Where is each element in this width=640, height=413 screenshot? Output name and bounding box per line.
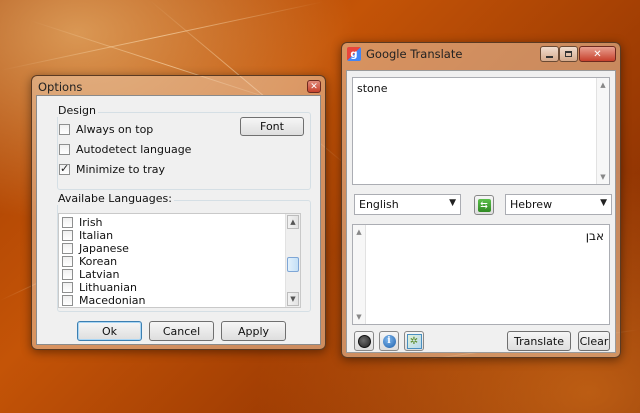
scroll-up-arrow[interactable]: ▲ xyxy=(353,228,365,236)
language-list-item[interactable]: Japanese xyxy=(62,242,129,255)
options-client: Design Always on top Autodetect language… xyxy=(36,95,321,345)
language-list-item[interactable]: Italian xyxy=(62,229,113,242)
maximize-icon xyxy=(565,51,572,57)
checkbox-box[interactable] xyxy=(59,144,70,155)
translate-client: stone ▲ ▼ English ▼ ⇆ Hebrew ▼ ▲ ▼ אבן i… xyxy=(346,70,616,353)
font-button[interactable]: Font xyxy=(240,117,304,136)
scroll-thumb[interactable] xyxy=(287,257,299,272)
scroll-down-arrow[interactable]: ▼ xyxy=(597,173,609,181)
checkbox-label: Minimize to tray xyxy=(76,163,166,176)
checkbox-box[interactable] xyxy=(62,243,73,254)
chevron-down-icon: ▼ xyxy=(449,198,456,208)
scroll-down-arrow[interactable]: ▼ xyxy=(287,292,299,306)
chevron-down-icon: ▼ xyxy=(600,198,607,208)
language-list-item[interactable]: Irish xyxy=(62,216,103,229)
source-language-select[interactable]: English ▼ xyxy=(354,194,461,215)
scroll-up-arrow[interactable]: ▲ xyxy=(597,81,609,89)
language-label: Lithuanian xyxy=(79,281,137,294)
translate-button[interactable]: Translate xyxy=(507,331,571,351)
checkbox-box[interactable] xyxy=(62,269,73,280)
minimize-button[interactable] xyxy=(540,46,559,62)
translate-close-button[interactable]: ✕ xyxy=(579,46,616,62)
checkbox-box[interactable] xyxy=(62,282,73,293)
target-language-select[interactable]: Hebrew ▼ xyxy=(505,194,612,215)
languages-scrollbar[interactable]: ▲ ▼ xyxy=(285,214,300,307)
language-label: Macedonian xyxy=(79,294,146,307)
clear-button[interactable]: Clear xyxy=(578,331,610,351)
languages-list[interactable]: Irish Italian Japanese Korean Latvian Lithuan… xyxy=(58,213,301,308)
language-list-item[interactable]: Macedonian xyxy=(62,294,146,307)
result-scrollbar[interactable]: ▲ ▼ xyxy=(353,225,366,324)
checkbox-box-checked[interactable] xyxy=(59,162,70,175)
language-label: Korean xyxy=(79,255,118,268)
language-list-item[interactable]: Latvian xyxy=(62,268,119,281)
target-language-value: Hebrew xyxy=(510,198,553,211)
options-window: Options ✕ Design Always on top Autodetec… xyxy=(31,75,326,350)
design-group-label: Design xyxy=(56,104,98,117)
language-list-item[interactable]: Korean xyxy=(62,255,117,268)
checkbox-box[interactable] xyxy=(62,256,73,267)
info-icon: i xyxy=(382,334,396,348)
scroll-up-arrow[interactable]: ▲ xyxy=(287,215,299,229)
minimize-to-tray-checkbox[interactable]: Minimize to tray xyxy=(59,162,166,176)
options-title: Options xyxy=(38,80,83,94)
translate-title: Google Translate xyxy=(366,47,463,61)
language-list-item[interactable]: Lithuanian xyxy=(62,281,137,294)
checkbox-label: Always on top xyxy=(76,123,154,136)
translate-button-label: Translate xyxy=(514,334,564,348)
languages-group-label: Availabe Languages: xyxy=(56,192,174,205)
web-button[interactable] xyxy=(354,331,374,351)
language-label: Japanese xyxy=(79,242,129,255)
language-label: Italian xyxy=(79,229,114,242)
minimize-icon xyxy=(546,55,553,58)
close-icon: ✕ xyxy=(593,48,602,60)
maximize-button[interactable] xyxy=(559,46,578,62)
result-textarea[interactable]: ▲ ▼ אבן xyxy=(352,224,610,325)
close-icon: ✕ xyxy=(310,81,318,92)
scroll-down-arrow[interactable]: ▼ xyxy=(353,313,365,321)
source-textarea[interactable]: stone ▲ ▼ xyxy=(352,77,610,185)
ok-button[interactable]: Ok xyxy=(77,321,142,341)
globe-icon xyxy=(357,334,371,348)
source-language-value: English xyxy=(359,198,399,211)
language-label: Irish xyxy=(79,216,103,229)
options-button[interactable]: ✲ xyxy=(404,331,424,351)
swap-icon: ⇆ xyxy=(477,198,491,212)
cancel-button[interactable]: Cancel xyxy=(149,321,214,341)
swap-languages-button[interactable]: ⇆ xyxy=(474,195,494,215)
options-close-button[interactable]: ✕ xyxy=(307,80,321,93)
language-label: Latvian xyxy=(79,268,120,281)
google-logo-icon: g xyxy=(347,47,361,61)
checkbox-box[interactable] xyxy=(62,295,73,306)
source-scrollbar[interactable]: ▲ ▼ xyxy=(596,78,609,184)
result-text: אבן xyxy=(585,229,604,243)
always-on-top-checkbox[interactable]: Always on top xyxy=(59,123,153,136)
clear-button-label: Clear xyxy=(579,334,609,348)
checkbox-box[interactable] xyxy=(59,124,70,135)
checkbox-box[interactable] xyxy=(62,217,73,228)
settings-icon: ✲ xyxy=(406,333,422,349)
checkbox-box[interactable] xyxy=(62,230,73,241)
apply-button[interactable]: Apply xyxy=(221,321,286,341)
autodetect-language-checkbox[interactable]: Autodetect language xyxy=(59,143,191,156)
translate-window: g Google Translate ✕ stone ▲ ▼ English ▼… xyxy=(341,42,621,358)
source-text: stone xyxy=(357,82,388,95)
about-button[interactable]: i xyxy=(379,331,399,351)
checkbox-label: Autodetect language xyxy=(76,143,192,156)
